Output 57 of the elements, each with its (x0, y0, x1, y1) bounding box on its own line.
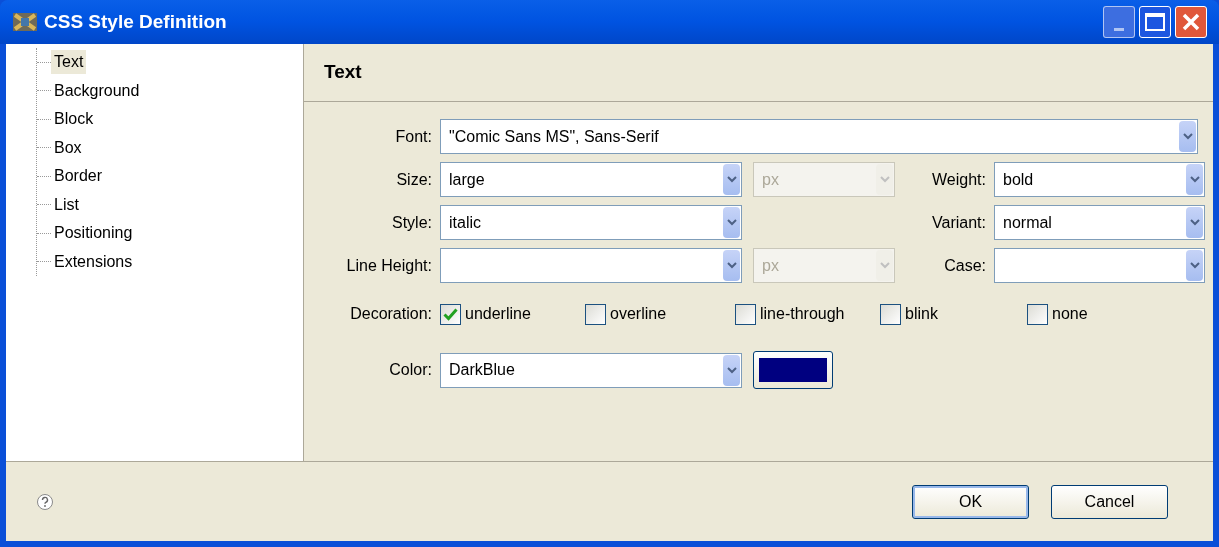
tree-item[interactable]: Block (51, 107, 97, 132)
checkmark-icon (443, 307, 458, 321)
field-label: Variant: (931, 212, 986, 233)
checkbox-label: overline (610, 304, 667, 324)
checkbox-label: underline (465, 304, 531, 324)
tree-item[interactable]: Extensions (51, 249, 136, 274)
dropdown-field[interactable] (994, 248, 1205, 283)
checkbox[interactable] (1027, 303, 1048, 325)
tree-item[interactable]: Border (51, 164, 106, 189)
field-label: Weight: (931, 169, 986, 190)
tree-item[interactable]: Positioning (51, 221, 136, 246)
close-icon (1181, 12, 1201, 32)
maximize-button[interactable] (1139, 6, 1171, 38)
field-label: Style: (391, 212, 432, 233)
field-label: Color: (388, 360, 432, 380)
dropdown-field[interactable]: italic (440, 205, 742, 240)
dialog-button[interactable]: Cancel (1051, 484, 1168, 519)
chevron-down-icon (1182, 133, 1193, 140)
chevron-down-icon (1189, 219, 1200, 226)
field-label: Line Height: (345, 255, 432, 276)
chevron-down-icon (726, 176, 737, 183)
chevron-down-icon (726, 366, 737, 374)
chevron-down-icon (879, 176, 890, 183)
chevron-down-icon (1189, 176, 1200, 183)
dropdown-field[interactable]: normal (994, 205, 1205, 240)
checkbox[interactable] (880, 303, 901, 325)
dropdown-field[interactable]: "Comic Sans MS", Sans-Serif (440, 119, 1198, 154)
help-icon[interactable] (36, 492, 54, 511)
checkbox[interactable] (585, 303, 606, 325)
checkbox-label: none (1052, 304, 1088, 324)
close-button[interactable] (1175, 6, 1207, 38)
section-title: Text (324, 60, 362, 85)
tree-item[interactable]: Background (51, 78, 143, 103)
tree-item[interactable]: Text (51, 50, 87, 75)
dropdown-field[interactable]: DarkBlue (440, 352, 742, 388)
chevron-down-icon (1189, 262, 1200, 269)
chevron-down-icon (726, 262, 737, 269)
field-label: Decoration: (349, 304, 432, 324)
dropdown-field[interactable]: bold (994, 162, 1205, 197)
field-label: Font: (394, 126, 432, 147)
dropdown-field[interactable] (440, 248, 742, 283)
checkbox-label: line-through (760, 304, 845, 324)
app-icon (12, 11, 38, 33)
color-swatch-button[interactable] (753, 351, 833, 389)
chevron-down-icon (879, 262, 890, 269)
minimize-button[interactable] (1103, 6, 1135, 38)
chevron-down-icon (726, 219, 737, 226)
checkbox-label: blink (905, 304, 938, 324)
tree-item[interactable]: List (51, 192, 82, 217)
dialog-button[interactable]: OK (912, 484, 1029, 519)
window-title: CSS Style Definition (44, 9, 228, 34)
checkbox[interactable] (440, 303, 461, 325)
checkbox[interactable] (735, 303, 756, 325)
dropdown-field[interactable]: large (440, 162, 742, 197)
tree-item[interactable]: Box (51, 135, 85, 160)
field-label: Case: (943, 255, 986, 276)
field-label: Size: (395, 169, 432, 190)
